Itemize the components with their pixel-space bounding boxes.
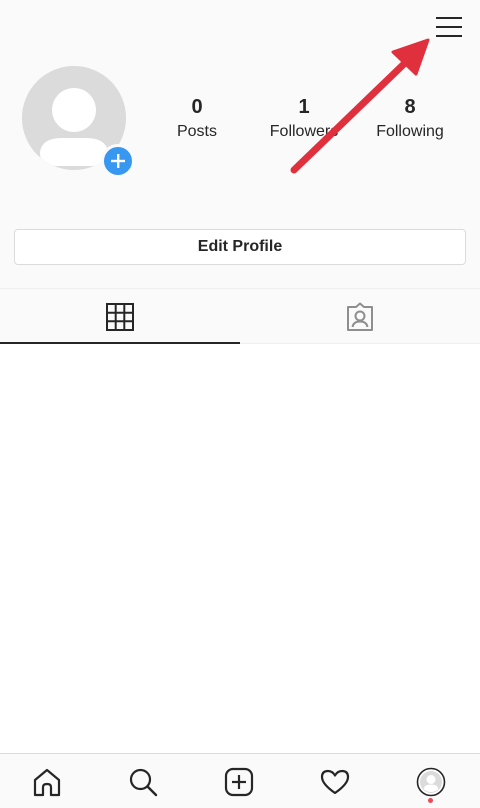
profile-avatar-container[interactable]: [22, 66, 135, 178]
profile-avatar-icon: [416, 767, 446, 797]
grid-icon: [106, 302, 134, 331]
posts-label: Posts: [176, 123, 217, 140]
add-profile-photo-button[interactable]: [101, 144, 135, 178]
tab-tagged[interactable]: [240, 289, 480, 344]
following-stat[interactable]: 8 Following: [355, 96, 465, 142]
followers-stat[interactable]: 1 Followers: [249, 96, 359, 142]
activity-heart-icon: [320, 769, 350, 795]
posts-stat[interactable]: 0 Posts: [142, 96, 252, 142]
posts-grid-area: [0, 345, 480, 753]
tagged-photos-icon: [347, 302, 373, 331]
followers-count: 1: [298, 96, 310, 118]
edit-profile-button[interactable]: Edit Profile: [14, 229, 466, 265]
notification-dot: [428, 798, 433, 803]
hamburger-menu-icon: [436, 17, 462, 37]
active-tab-indicator: [0, 342, 240, 344]
nav-home[interactable]: [23, 762, 71, 802]
posts-count: 0: [191, 96, 203, 118]
followers-label: Followers: [269, 123, 339, 140]
nav-profile[interactable]: [407, 762, 455, 803]
new-post-icon: [224, 767, 254, 797]
menu-button[interactable]: [430, 8, 468, 46]
tab-grid[interactable]: [0, 289, 240, 344]
nav-activity[interactable]: [311, 762, 359, 802]
search-icon: [129, 768, 158, 797]
following-label: Following: [376, 123, 444, 140]
bottom-navigation: [0, 753, 480, 808]
following-count: 8: [404, 96, 416, 118]
plus-icon: [111, 154, 125, 168]
home-icon: [33, 768, 61, 797]
profile-tabs: [0, 288, 480, 344]
nav-new-post[interactable]: [215, 762, 263, 802]
nav-search[interactable]: [119, 762, 167, 802]
